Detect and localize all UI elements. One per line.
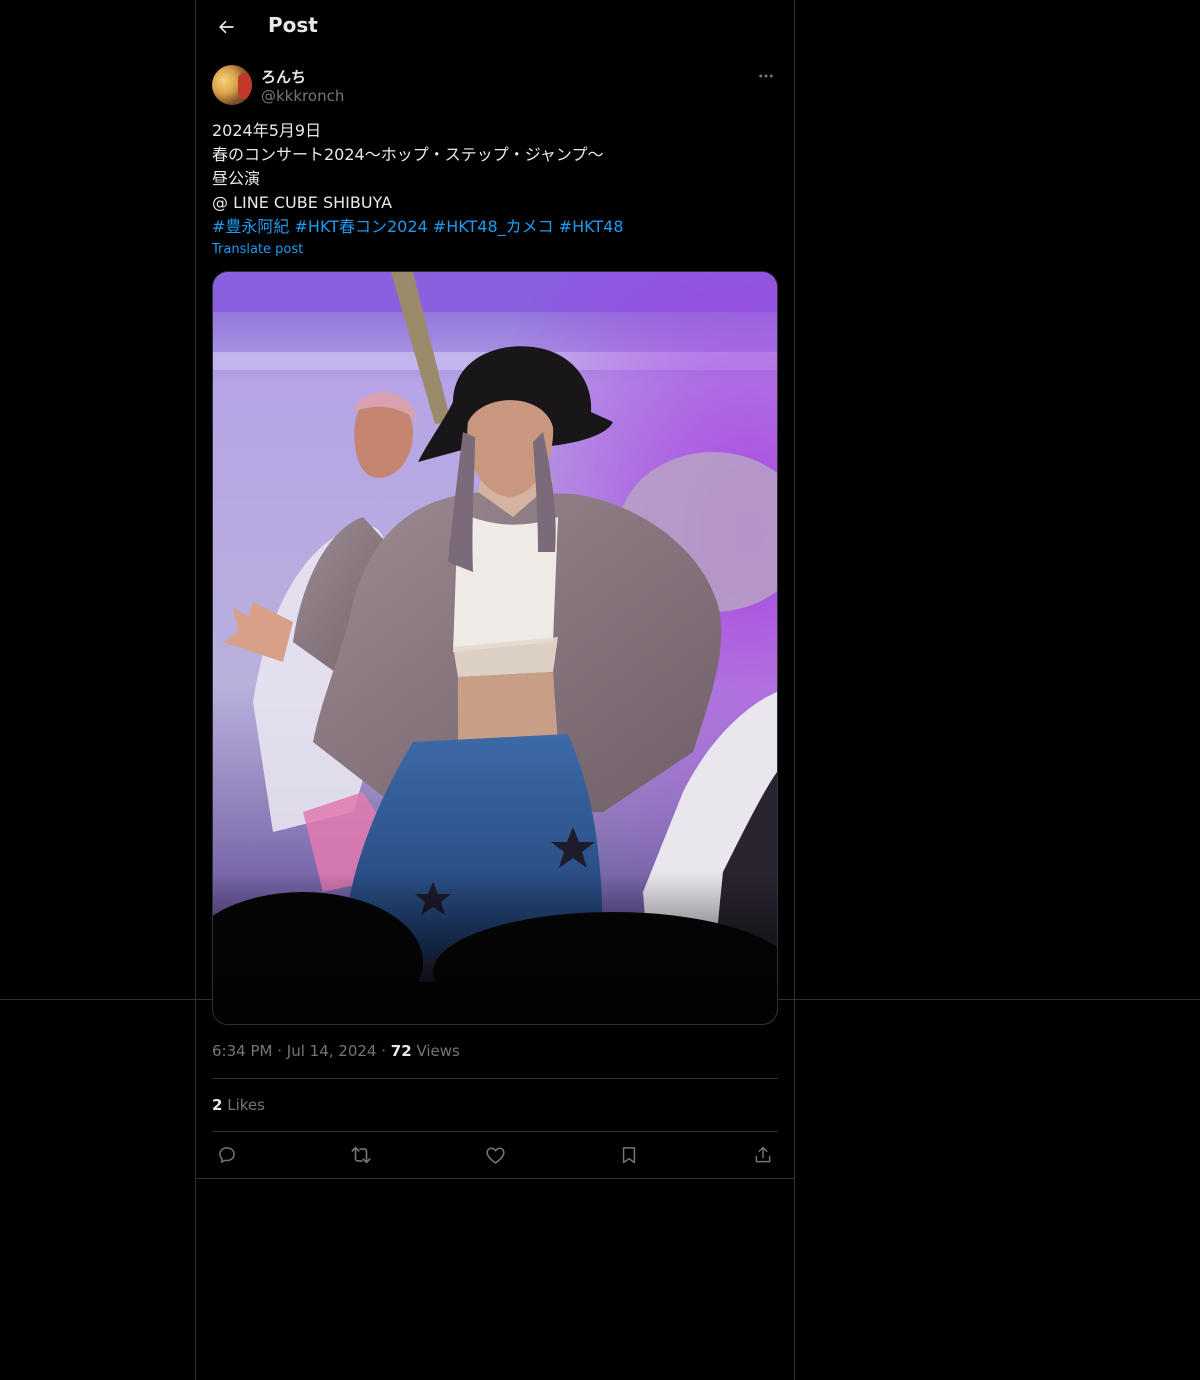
avatar[interactable] xyxy=(212,65,252,105)
post-text-line: @ LINE CUBE SHIBUYA xyxy=(212,193,393,212)
post-header: Post xyxy=(196,0,794,54)
action-bar xyxy=(212,1142,778,1168)
hashtag-link[interactable]: #HKT春コン2024 xyxy=(295,217,428,236)
reply-icon xyxy=(219,1147,235,1163)
bookmark-icon xyxy=(622,1147,636,1164)
post-date[interactable]: Jul 14, 2024 xyxy=(287,1042,377,1060)
hashtag-link[interactable]: #HKT48_カメコ xyxy=(433,217,554,236)
meta-separator: · xyxy=(381,1042,391,1060)
concert-photo xyxy=(213,272,777,1024)
post-text-line: 2024年5月9日 xyxy=(212,121,322,140)
likes-count: 2 xyxy=(212,1096,223,1114)
likes-stat[interactable]: 2 Likes xyxy=(212,1096,265,1114)
reply-button[interactable] xyxy=(214,1142,240,1168)
views-count: 72 xyxy=(390,1042,412,1060)
post-meta: 6:34 PM · Jul 14, 2024 · 72 Views xyxy=(212,1042,460,1060)
likes-label: Likes xyxy=(227,1096,265,1114)
bookmark-button[interactable] xyxy=(616,1142,642,1168)
translate-post-link[interactable]: Translate post xyxy=(212,242,303,257)
views-label: Views xyxy=(416,1042,460,1060)
post-photo[interactable] xyxy=(212,271,778,1025)
hashtag-link[interactable]: #HKT48 xyxy=(559,217,624,236)
back-button[interactable] xyxy=(210,11,242,43)
post-time[interactable]: 6:34 PM xyxy=(212,1042,272,1060)
post-text-line: 昼公演 xyxy=(212,169,261,188)
hashtags: #豊永阿紀 #HKT春コン2024 #HKT48_カメコ #HKT48 xyxy=(212,215,778,239)
share-icon xyxy=(755,1146,771,1163)
like-button[interactable] xyxy=(482,1142,508,1168)
divider xyxy=(212,1131,778,1132)
repost-icon xyxy=(351,1146,371,1164)
more-button[interactable] xyxy=(754,64,778,88)
avatar-detail xyxy=(238,73,252,99)
share-button[interactable] xyxy=(750,1142,776,1168)
more-icon xyxy=(759,74,773,78)
post-text-line: 春のコンサート2024〜ホップ・ステップ・ジャンプ〜 xyxy=(212,145,604,164)
page-title: Post xyxy=(268,13,318,37)
meta-separator: · xyxy=(277,1042,287,1060)
post-text: 2024年5月9日 春のコンサート2024〜ホップ・ステップ・ジャンプ〜 昼公演… xyxy=(212,119,778,239)
heart-icon xyxy=(485,1146,505,1164)
divider xyxy=(212,1078,778,1079)
repost-button[interactable] xyxy=(348,1142,374,1168)
post-author: ろんち @kkkronch xyxy=(212,64,778,108)
user-handle[interactable]: @kkkronch xyxy=(261,87,344,105)
post-column: Post ろんち @kkkronch 2024年5月9日 春のコンサート2024… xyxy=(195,0,795,1380)
post-bottom-border xyxy=(196,1178,794,1179)
arrow-left-icon xyxy=(219,20,234,34)
display-name[interactable]: ろんち xyxy=(261,66,306,87)
hashtag-link[interactable]: #豊永阿紀 xyxy=(212,217,289,236)
